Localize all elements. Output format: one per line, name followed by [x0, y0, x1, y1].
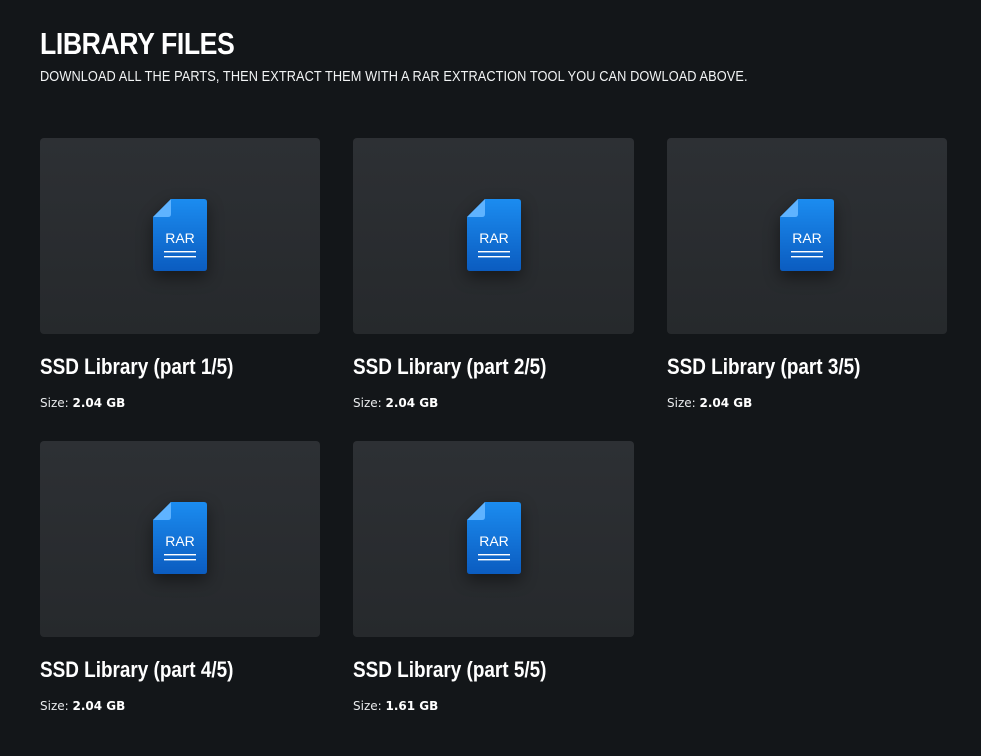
- svg-text:RAR: RAR: [165, 533, 195, 549]
- file-size-value: 1.61 GB: [385, 699, 439, 713]
- file-size-value: 2.04 GB: [72, 699, 126, 713]
- page-title: LIBRARY FILES: [40, 26, 235, 61]
- file-thumbnail[interactable]: RAR: [667, 138, 947, 334]
- svg-text:RAR: RAR: [479, 533, 509, 549]
- file-size-label: Size:: [667, 396, 696, 410]
- file-name[interactable]: SSD Library (part 5/5): [353, 655, 595, 685]
- file-name[interactable]: SSD Library (part 1/5): [40, 352, 281, 382]
- rar-file-icon: RAR: [153, 199, 207, 271]
- page-subtitle: DOWNLOAD ALL THE PARTS, THEN EXTRACT THE…: [40, 69, 748, 85]
- file-size-value: 2.04 GB: [699, 396, 753, 410]
- file-size-value: 2.04 GB: [72, 396, 126, 410]
- rar-file-icon: RAR: [780, 199, 834, 271]
- library-files-page: LIBRARY FILES DOWNLOAD ALL THE PARTS, TH…: [0, 0, 981, 756]
- file-size-label: Size:: [353, 396, 382, 410]
- file-size: Size: 2.04 GB: [40, 698, 320, 714]
- file-size-value: 2.04 GB: [385, 396, 439, 410]
- file-size: Size: 2.04 GB: [353, 395, 634, 411]
- file-name[interactable]: SSD Library (part 3/5): [667, 352, 908, 382]
- rar-file-icon: RAR: [153, 502, 207, 574]
- file-grid: RAR SSD Library (part 1/5) Size: 2.04 GB: [40, 138, 950, 744]
- file-thumbnail[interactable]: RAR: [40, 441, 320, 637]
- svg-text:RAR: RAR: [165, 230, 195, 246]
- file-thumbnail[interactable]: RAR: [353, 138, 634, 334]
- file-card-part-3[interactable]: RAR SSD Library (part 3/5) Size: 2.04 GB: [667, 138, 947, 441]
- svg-text:RAR: RAR: [479, 230, 509, 246]
- rar-file-icon: RAR: [466, 199, 521, 271]
- file-thumbnail[interactable]: RAR: [40, 138, 320, 334]
- file-size: Size: 2.04 GB: [40, 395, 320, 411]
- file-card-part-5[interactable]: RAR SSD Library (part 5/5) Size: 1.61 GB: [353, 441, 634, 744]
- file-name[interactable]: SSD Library (part 4/5): [40, 655, 281, 685]
- file-size-label: Size:: [40, 396, 69, 410]
- file-card-part-4[interactable]: RAR SSD Library (part 4/5) Size: 2.04 GB: [40, 441, 320, 744]
- file-size: Size: 2.04 GB: [667, 395, 947, 411]
- file-name[interactable]: SSD Library (part 2/5): [353, 352, 595, 382]
- rar-file-icon: RAR: [466, 502, 521, 574]
- file-thumbnail[interactable]: RAR: [353, 441, 634, 637]
- svg-text:RAR: RAR: [792, 230, 822, 246]
- file-size-label: Size:: [353, 699, 382, 713]
- file-card-part-2[interactable]: RAR SSD Library (part 2/5) Size: 2.04 GB: [353, 138, 634, 441]
- file-card-part-1[interactable]: RAR SSD Library (part 1/5) Size: 2.04 GB: [40, 138, 320, 441]
- file-size-label: Size:: [40, 699, 69, 713]
- file-size: Size: 1.61 GB: [353, 698, 634, 714]
